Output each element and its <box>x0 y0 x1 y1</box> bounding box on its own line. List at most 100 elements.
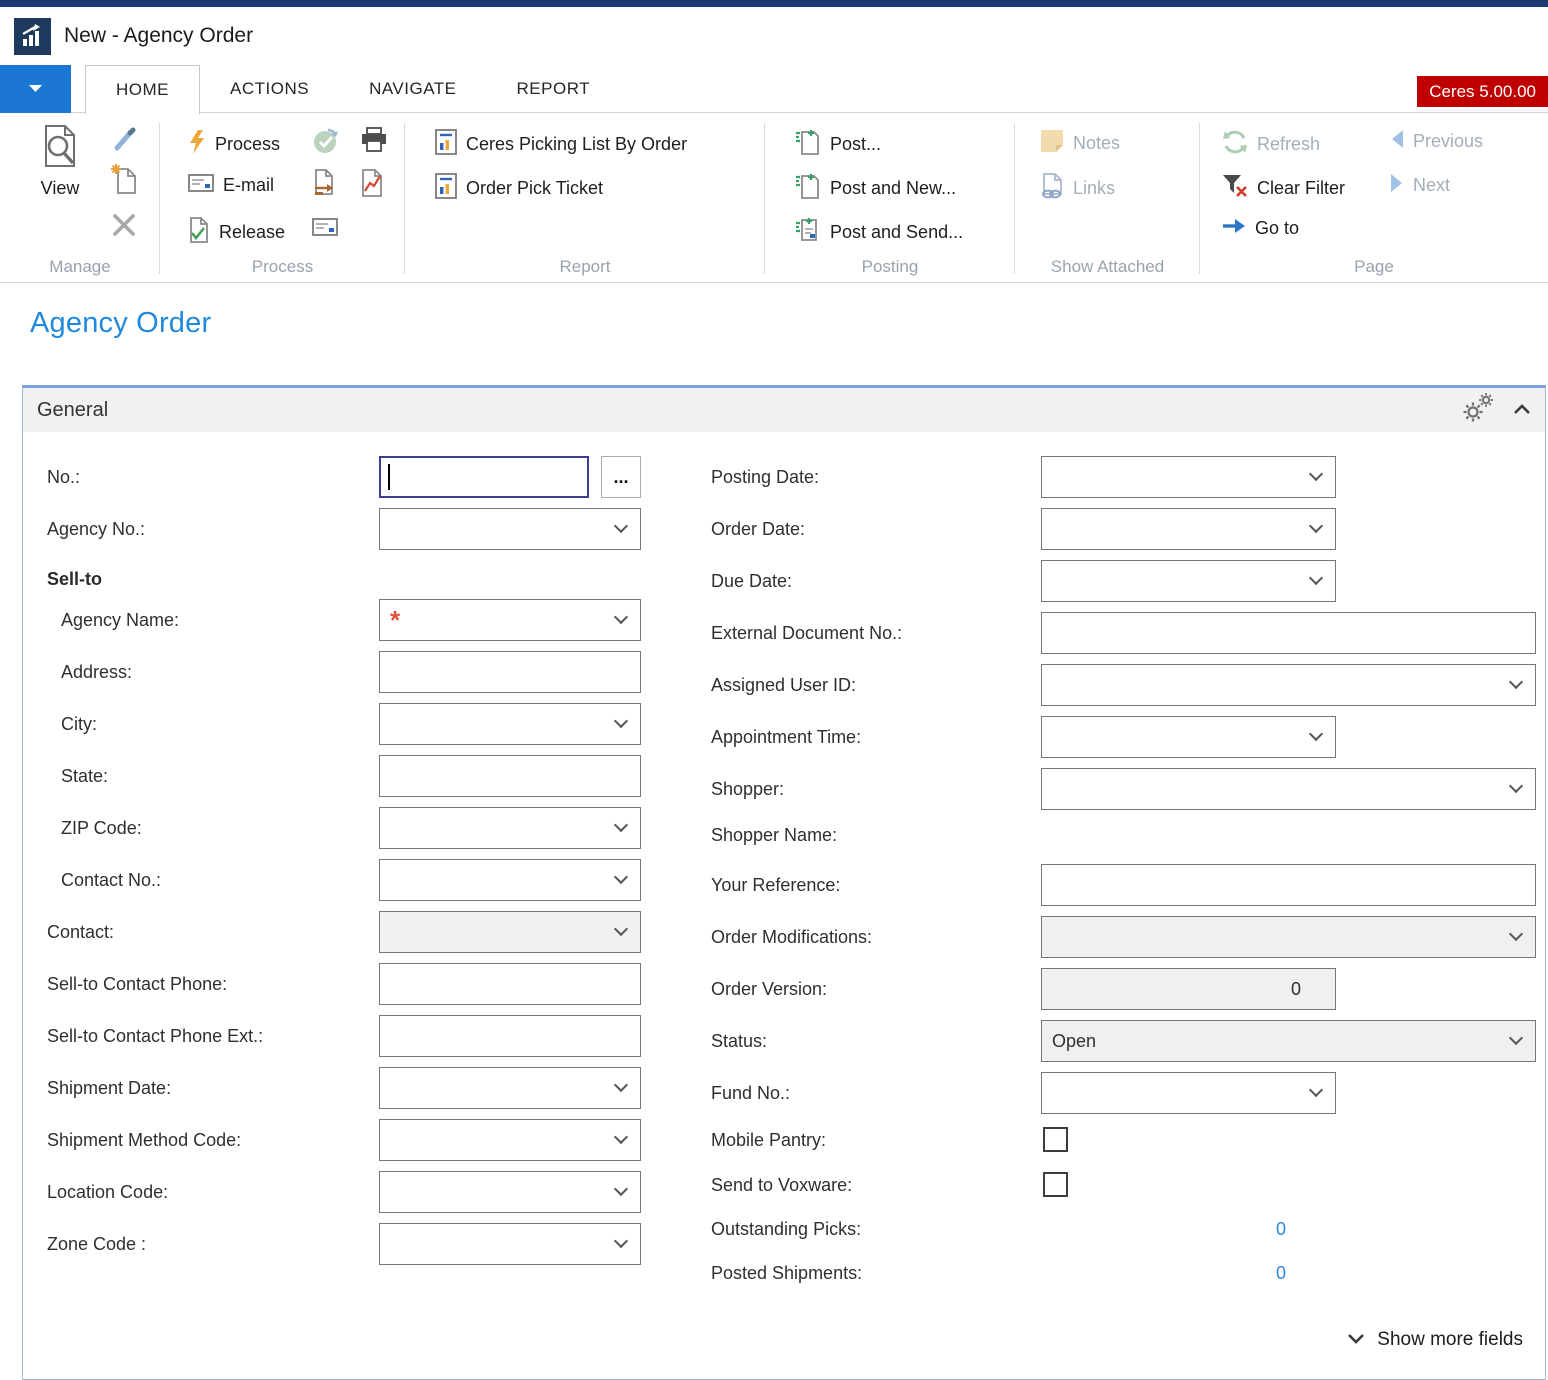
general-fasttab: General No.: ... Agency No.: Sell-to Age… <box>22 385 1546 1380</box>
field-label: Order Version: <box>711 968 827 1010</box>
field-label: Your Reference: <box>711 864 840 906</box>
ribbon-tab-bar: HOME ACTIONS NAVIGATE REPORT Ceres 5.00.… <box>0 65 1548 113</box>
report-icon <box>435 129 457 160</box>
next-icon <box>1390 173 1404 198</box>
window-title: New - Agency Order <box>64 24 253 48</box>
post-and-new-label: Post and New... <box>830 178 956 199</box>
app-menu-button[interactable] <box>0 65 71 113</box>
ribbon-group-show-attached: Notes Links Show Attached <box>1015 113 1200 282</box>
next-label: Next <box>1413 175 1450 196</box>
refresh-button-label: Refresh <box>1257 134 1320 155</box>
tab-report[interactable]: REPORT <box>487 65 621 113</box>
ceres-picking-list-label: Ceres Picking List By Order <box>466 134 687 155</box>
order-version-input[interactable]: 0 <box>1041 968 1336 1010</box>
new-document-icon[interactable] <box>110 163 138 198</box>
posting-date-combobox[interactable] <box>1041 456 1336 498</box>
chevron-down-icon <box>1310 573 1322 585</box>
order-date-combobox[interactable] <box>1041 508 1336 550</box>
external-document-no-input[interactable] <box>1041 612 1536 654</box>
order-pick-ticket-button[interactable]: Order Pick Ticket <box>435 173 603 204</box>
email-button[interactable]: E-mail <box>188 173 274 198</box>
show-more-fields-label: Show more fields <box>1377 1329 1523 1351</box>
ribbon-group-page: Refresh Clear Filter Go to Previous Next… <box>1200 113 1548 282</box>
ribbon-tabs: HOME ACTIONS NAVIGATE REPORT <box>85 65 620 113</box>
post-and-new-button[interactable]: Post and New... <box>795 173 956 204</box>
form-row: Order Modifications: <box>23 916 1545 958</box>
view-button[interactable]: View <box>26 123 94 199</box>
fund-no-combobox[interactable] <box>1041 1072 1336 1114</box>
ribbon-group-process: Process E-mail Release Process <box>160 113 405 282</box>
shopper-combobox[interactable] <box>1041 768 1536 810</box>
field-label: Posted Shipments: <box>711 1260 862 1286</box>
clear-filter-label: Clear Filter <box>1257 178 1345 199</box>
group-label-posting: Posting <box>765 257 1015 277</box>
report-icon <box>435 173 457 204</box>
form-row: Outstanding Picks: 0 <box>23 1216 1545 1242</box>
email-small-icon[interactable] <box>312 217 338 240</box>
customize-gears-icon <box>1461 393 1495 428</box>
form-row: Posted Shipments: 0 <box>23 1260 1545 1286</box>
delete-icon[interactable] <box>112 213 136 240</box>
chevron-down-icon <box>1310 1085 1322 1097</box>
form-row: Assigned User ID: <box>23 664 1545 706</box>
view-icon <box>37 159 83 174</box>
field-label: Shopper: <box>711 768 784 810</box>
post-icon <box>795 129 821 160</box>
post-button[interactable]: Post... <box>795 129 881 160</box>
order-pick-ticket-label: Order Pick Ticket <box>466 178 603 199</box>
due-date-combobox[interactable] <box>1041 560 1336 602</box>
chevron-down-icon <box>1310 521 1322 533</box>
release-icon <box>188 217 210 248</box>
appointment-time-combobox[interactable] <box>1041 716 1336 758</box>
send-to-voxware-checkbox[interactable] <box>1043 1172 1068 1197</box>
clear-filter-button[interactable]: Clear Filter <box>1222 173 1345 204</box>
tab-home[interactable]: HOME <box>85 65 200 114</box>
your-reference-input[interactable] <box>1041 864 1536 906</box>
previous-icon <box>1390 129 1404 154</box>
view-button-label: View <box>26 178 94 199</box>
general-header[interactable]: General <box>23 388 1545 432</box>
status-value: Open <box>1052 1021 1096 1061</box>
process-button-label: Process <box>215 134 280 155</box>
chevron-down-icon <box>1510 1033 1522 1045</box>
assigned-user-id-combobox[interactable] <box>1041 664 1536 706</box>
go-to-button[interactable]: Go to <box>1222 217 1299 240</box>
previous-button[interactable]: Previous <box>1390 129 1483 154</box>
ceres-picking-list-by-order-button[interactable]: Ceres Picking List By Order <box>435 129 687 160</box>
chevron-down-icon <box>1510 929 1522 941</box>
order-modifications-combobox[interactable] <box>1041 916 1536 958</box>
edit-icon[interactable] <box>112 127 136 154</box>
statistics-icon[interactable] <box>360 169 384 200</box>
field-label: Mobile Pantry: <box>711 1127 826 1153</box>
chevron-down-icon <box>1510 677 1522 689</box>
tab-actions[interactable]: ACTIONS <box>200 65 339 113</box>
links-button[interactable]: Links <box>1040 173 1115 204</box>
ribbon-group-report: Ceres Picking List By Order Order Pick T… <box>405 113 765 282</box>
post-and-send-button[interactable]: Post and Send... <box>795 217 963 248</box>
mobile-pantry-checkbox[interactable] <box>1043 1127 1068 1152</box>
print-icon[interactable] <box>360 127 388 156</box>
form-row: Shopper Name: <box>23 822 1545 848</box>
chevron-down-icon <box>1347 1329 1365 1351</box>
status-combobox[interactable]: Open <box>1041 1020 1536 1062</box>
reopen-icon[interactable] <box>312 169 338 200</box>
refresh-button[interactable]: Refresh <box>1222 129 1320 160</box>
ribbon-group-manage: View Manage <box>0 113 160 282</box>
collapse-section-button[interactable] <box>1513 403 1531 418</box>
page-title: Agency Order <box>30 307 1548 340</box>
field-label: Posting Date: <box>711 456 819 498</box>
field-label: Order Date: <box>711 508 805 550</box>
process-button[interactable]: Process <box>188 129 280 160</box>
field-label: Appointment Time: <box>711 716 861 758</box>
next-button[interactable]: Next <box>1390 173 1450 198</box>
approve-icon[interactable] <box>312 127 340 158</box>
outstanding-picks-value[interactable]: 0 <box>1265 1216 1297 1242</box>
notes-button[interactable]: Notes <box>1040 129 1120 158</box>
order-version-value: 0 <box>1291 969 1301 1009</box>
posted-shipments-value[interactable]: 0 <box>1265 1260 1297 1286</box>
form-row: Posting Date: <box>23 456 1545 498</box>
show-more-fields-button[interactable]: Show more fields <box>1347 1329 1523 1351</box>
tab-navigate[interactable]: NAVIGATE <box>339 65 486 113</box>
ribbon: View Manage Process E-mail Release <box>0 113 1548 283</box>
release-button[interactable]: Release <box>188 217 285 248</box>
